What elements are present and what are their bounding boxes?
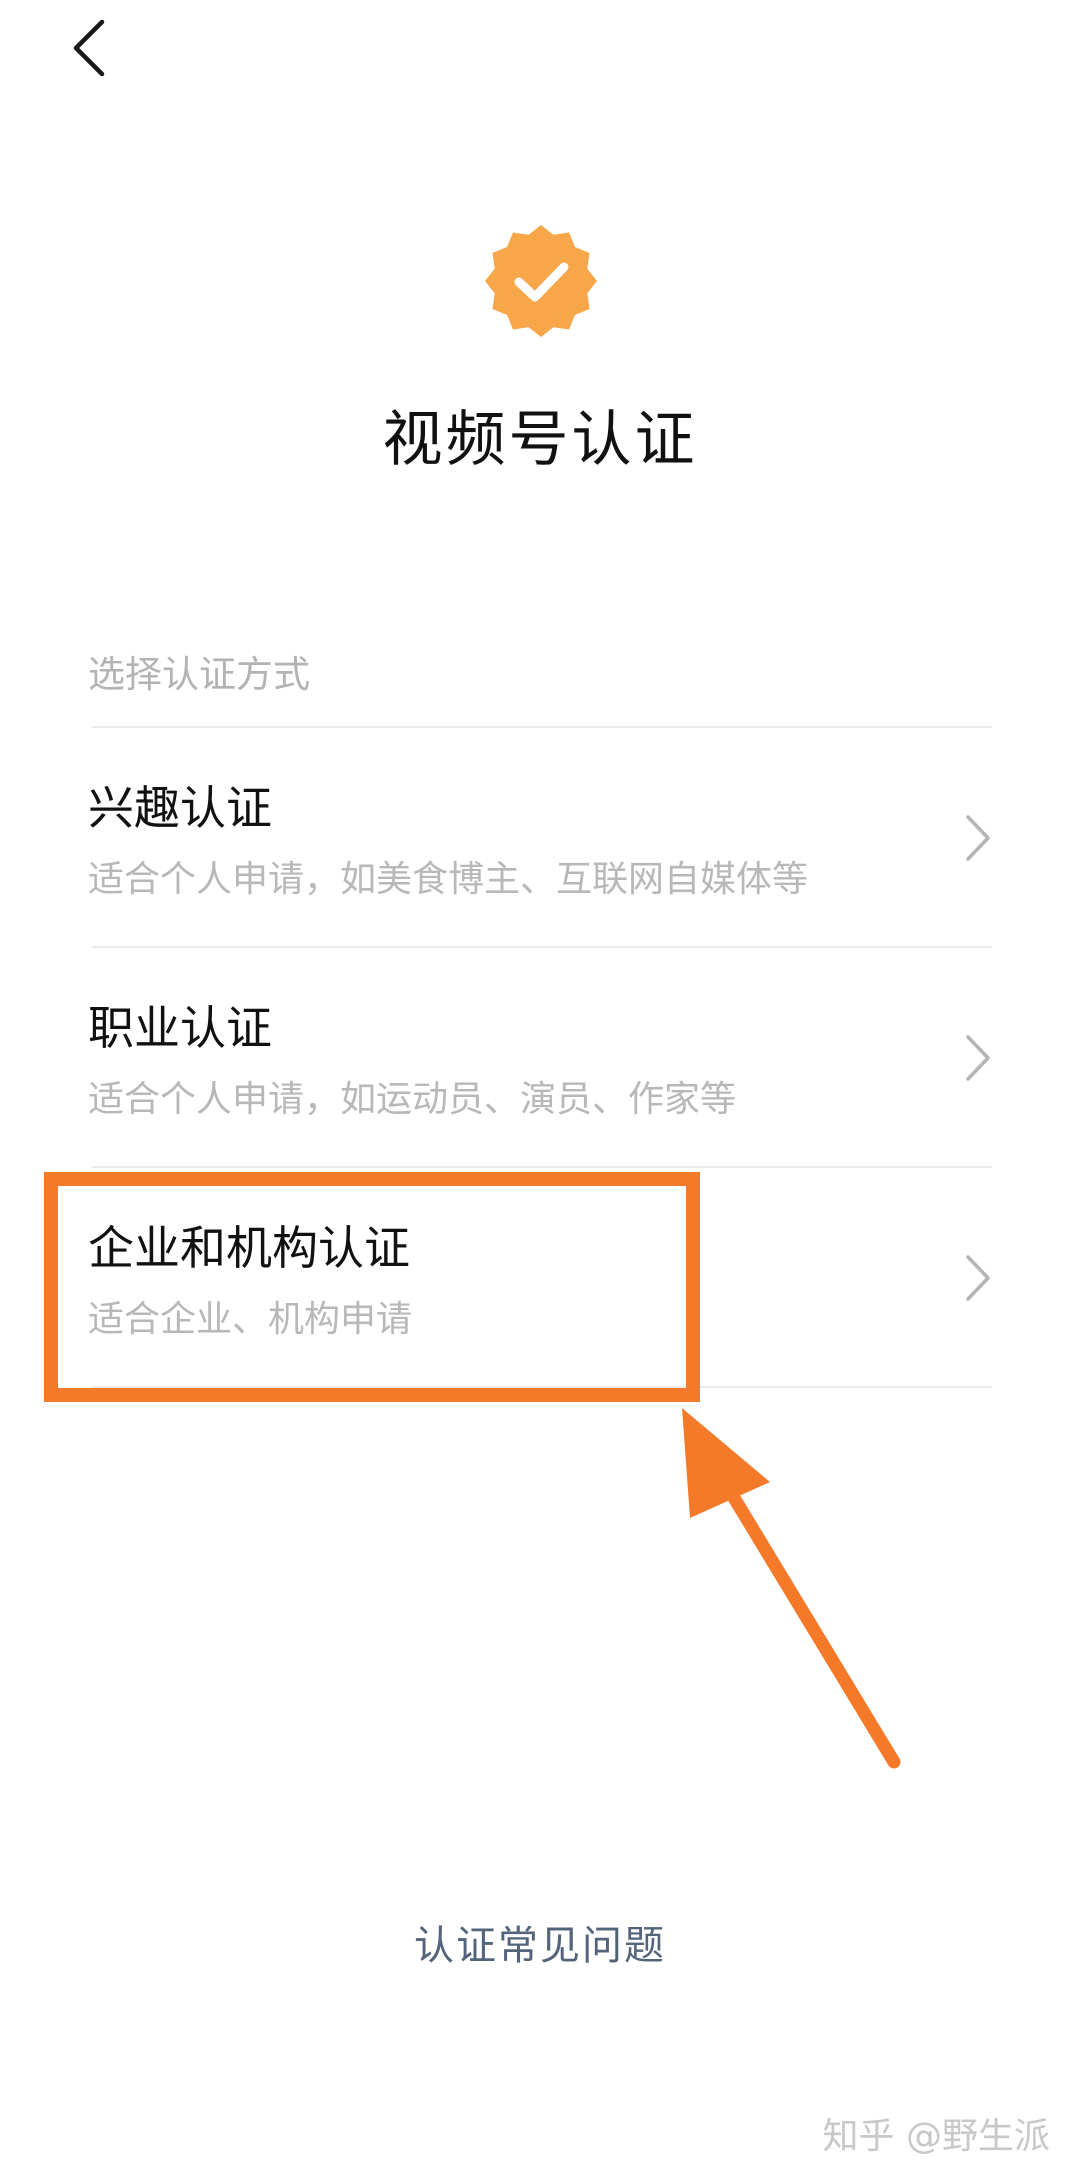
option-description: 适合企业、机构申请 — [88, 1299, 413, 1340]
option-title: 职业认证 — [88, 1001, 272, 1055]
chevron-left-icon — [73, 19, 105, 77]
watermark: 知乎 @野生派 — [822, 2116, 1050, 2157]
page-title: 视频号认证 — [382, 405, 698, 475]
option-interest-certification[interactable]: 兴趣认证 适合个人申请，如美食博主、互联网自媒体等 — [0, 728, 1080, 946]
faq-link[interactable]: 认证常见问题 — [0, 1918, 1080, 1974]
chevron-right-icon — [966, 1255, 990, 1301]
arrow-annotation-icon — [682, 1408, 901, 1769]
verified-badge-icon — [483, 223, 599, 339]
chevron-right-icon — [966, 1035, 990, 1081]
option-enterprise-certification[interactable]: 企业和机构认证 适合企业、机构申请 — [0, 1168, 1080, 1386]
option-description: 适合个人申请，如运动员、演员、作家等 — [88, 1079, 737, 1120]
option-professional-certification[interactable]: 职业认证 适合个人申请，如运动员、演员、作家等 — [0, 948, 1080, 1166]
divider — [92, 1386, 992, 1388]
back-button[interactable] — [62, 18, 122, 78]
section-label: 选择认证方式 — [88, 653, 310, 696]
option-description: 适合个人申请，如美食博主、互联网自媒体等 — [88, 859, 809, 900]
chevron-right-icon — [966, 815, 990, 861]
option-title: 企业和机构认证 — [88, 1221, 410, 1275]
option-title: 兴趣认证 — [88, 781, 272, 835]
